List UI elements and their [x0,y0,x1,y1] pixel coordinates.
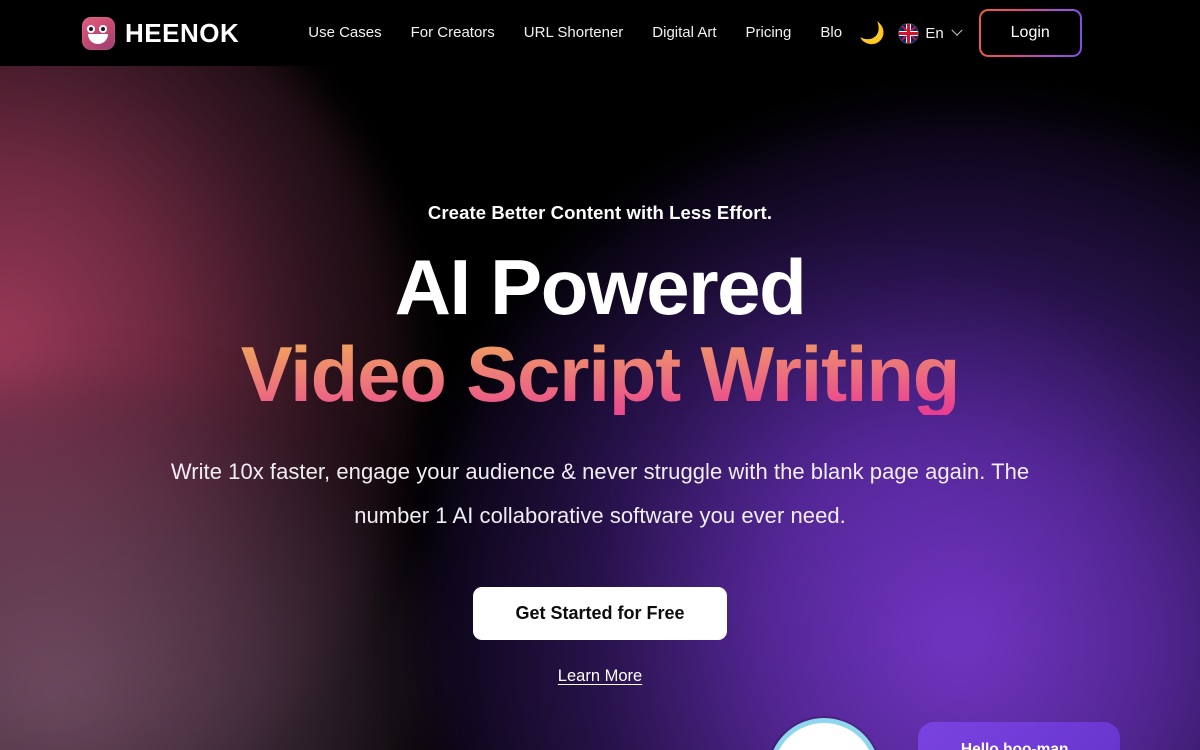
nav-link-for-creators[interactable]: For Creators [411,0,495,66]
uk-flag-icon [899,23,919,43]
chat-bubble: Hello hoo-man.. [918,722,1120,750]
landing-page: HEENOK Use Cases For Creators URL Shorte… [0,0,1200,750]
language-picker[interactable]: En [899,23,963,43]
hero-eyebrow: Create Better Content with Less Effort. [427,202,773,223]
chat-bubble-text: Hello hoo-man.. [960,741,1078,750]
nav-links: Use Cases For Creators URL Shortener Dig… [308,0,842,66]
logo-eye-right [99,24,107,33]
learn-more-link[interactable]: Learn More [558,667,642,686]
nav-link-use-cases[interactable]: Use Cases [308,0,381,66]
language-label: En [925,24,944,42]
nav-link-blog[interactable]: Blog [820,0,842,66]
logo-eye-left [87,24,95,33]
nav-link-digital-art[interactable]: Digital Art [652,0,716,66]
hero-cta-group: Get Started for Free Learn More [0,587,1200,686]
chevron-down-icon [951,24,963,36]
brand-logo[interactable]: HEENOK [82,16,240,50]
hero-section: Create Better Content with Less Effort. … [0,66,1200,686]
top-navigation-bar: HEENOK Use Cases For Creators URL Shorte… [0,0,1200,66]
nav-link-pricing[interactable]: Pricing [746,0,792,66]
flag-cross-horizontal [899,31,919,35]
crescent-moon-icon[interactable]: 🌙 [857,18,887,48]
smiling-face-logo-icon [82,16,115,50]
logo-mouth [88,33,108,44]
nav-link-url-shortener[interactable]: URL Shortener [524,0,624,66]
get-started-button[interactable]: Get Started for Free [473,587,727,641]
login-button[interactable]: Login [978,9,1082,57]
hero-subheadline: Write 10x faster, engage your audience &… [170,459,1030,528]
brand-name: HEENOK [125,17,240,48]
nav-right-controls: 🌙 En Login [857,9,1082,57]
hero-headline-line2: Video Script Writing [0,333,1200,415]
login-button-label: Login [1010,24,1050,41]
hero-headline-line1: AI Powered [394,243,807,331]
